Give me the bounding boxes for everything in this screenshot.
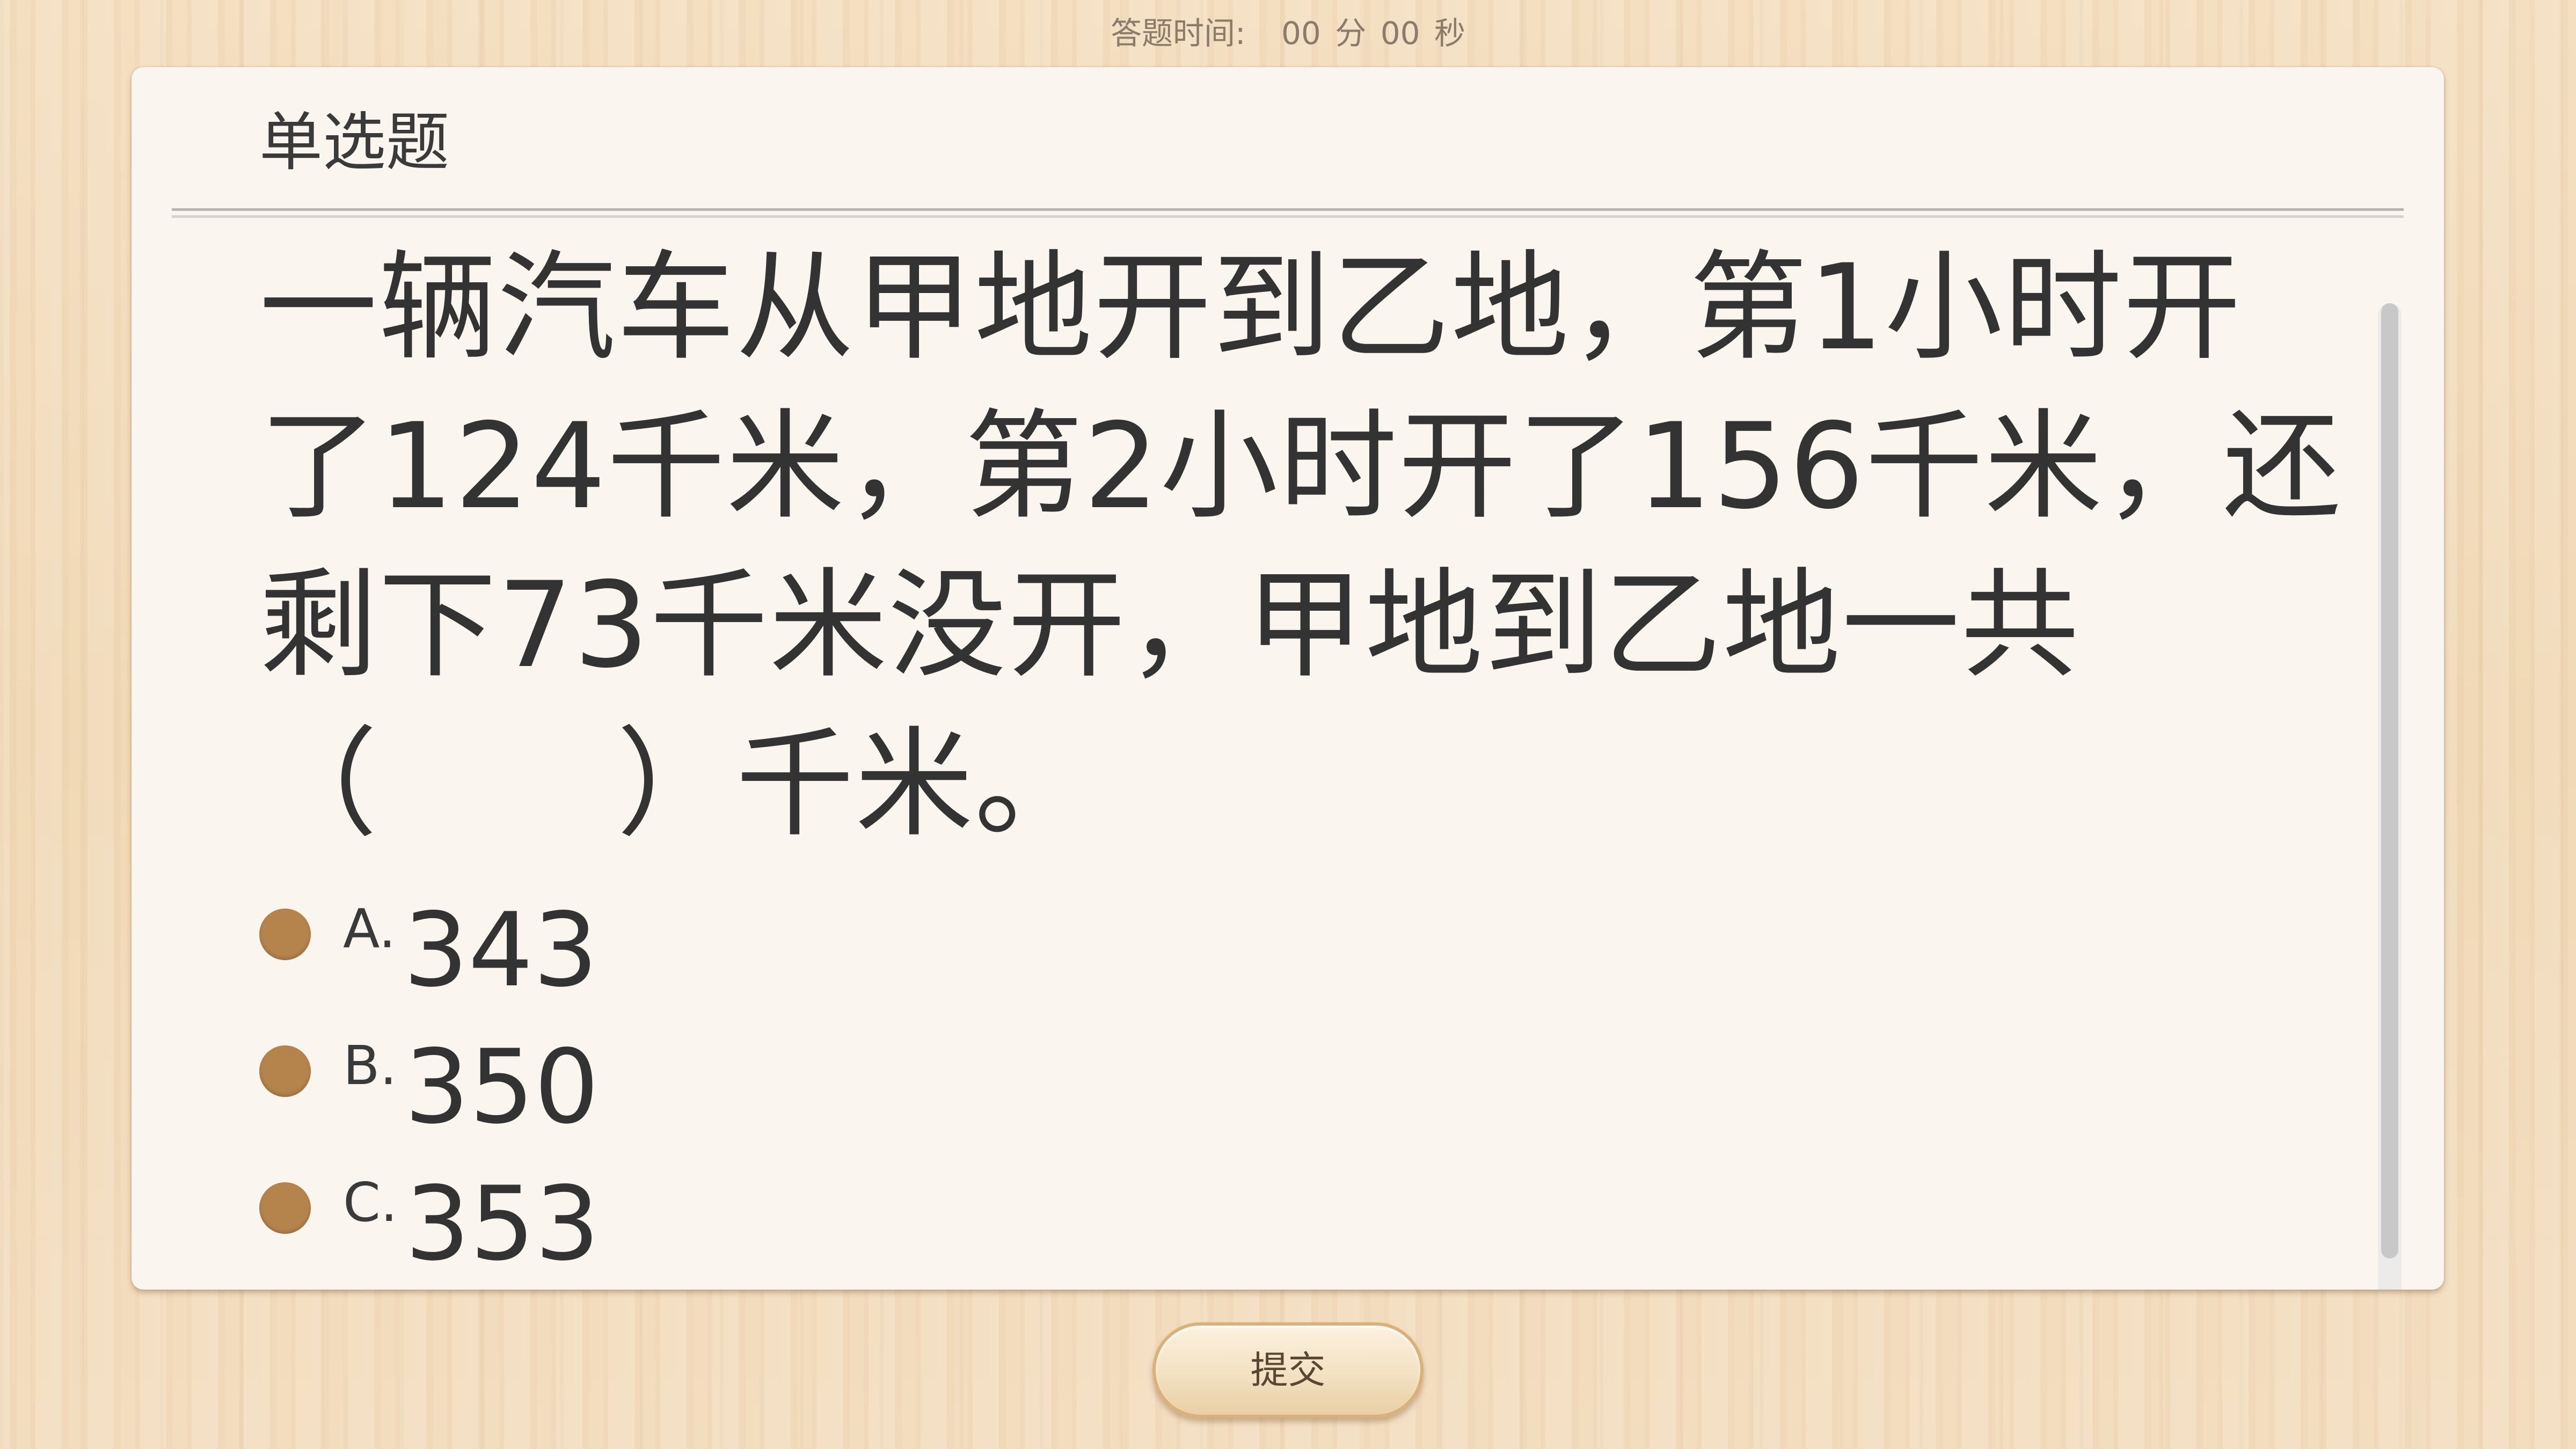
- option-b[interactable]: B. 350: [259, 1011, 2353, 1148]
- scrollbar-track[interactable]: [2378, 303, 2402, 1290]
- answer-timer: 答题时间: 00 分 00 秒: [0, 12, 2576, 55]
- timer-minutes-unit: 分: [1335, 15, 1367, 52]
- option-a-letter: A.: [343, 897, 396, 960]
- timer-minutes: 00: [1281, 15, 1321, 52]
- option-b-value: 350: [404, 1028, 600, 1146]
- question-type-label: 单选题: [259, 105, 450, 179]
- option-a-value: 343: [403, 891, 599, 1009]
- timer-seconds-unit: 秒: [1434, 15, 1465, 52]
- radio-option-c[interactable]: [259, 1182, 311, 1234]
- submit-button[interactable]: 提交: [1152, 1322, 1424, 1418]
- radio-option-a[interactable]: [259, 908, 311, 960]
- question-card: 单选题 一辆汽车从甲地开到乙地，第1小时开了124千米，第2小时开了156千米，…: [132, 67, 2444, 1290]
- scrollbar-thumb[interactable]: [2381, 303, 2398, 1258]
- option-c-letter: C.: [343, 1171, 398, 1234]
- radio-option-b[interactable]: [259, 1045, 311, 1097]
- timer-label: 答题时间:: [1111, 15, 1246, 52]
- option-c[interactable]: C. 353: [259, 1148, 2353, 1285]
- question-text: 一辆汽车从甲地开到乙地，第1小时开了124千米，第2小时开了156千米，还剩下7…: [259, 239, 2342, 853]
- option-a[interactable]: A. 343: [259, 874, 2353, 1011]
- option-b-letter: B.: [343, 1034, 397, 1097]
- answer-options: A. 343 B. 350 C. 353: [259, 874, 2353, 1285]
- timer-seconds: 00: [1380, 15, 1420, 52]
- option-c-value: 353: [405, 1165, 600, 1283]
- header-divider: [172, 208, 2404, 218]
- question-content: 一辆汽车从甲地开到乙地，第1小时开了124千米，第2小时开了156千米，还剩下7…: [259, 228, 2353, 1285]
